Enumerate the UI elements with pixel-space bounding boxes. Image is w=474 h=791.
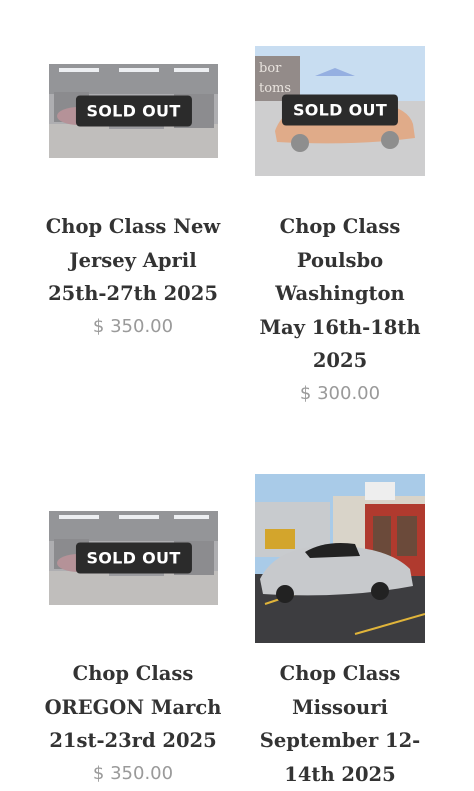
title-line: Jersey April: [69, 248, 197, 272]
title-line: OREGON March: [44, 695, 222, 719]
product-card-missouri[interactable]: Chop Class Missouri September 12- 14th 2…: [237, 440, 443, 789]
title-line: Chop Class: [72, 662, 194, 685]
title-line: 21st-23rd 2025: [49, 729, 217, 752]
title-line: May 16th-18th: [259, 315, 421, 339]
product-title[interactable]: Chop Class Missouri September 12- 14th 2…: [237, 657, 443, 791]
product-title[interactable]: Chop Class New Jersey April 25th-27th 20…: [30, 210, 236, 311]
title-line: 25th-27th 2025: [48, 282, 218, 305]
title-line: 14th 2025: [284, 762, 396, 786]
product-title[interactable]: Chop Class Poulsbo Washington May 16th-1…: [237, 210, 443, 378]
title-line: Chop Class New: [45, 215, 221, 238]
product-card-new-jersey[interactable]: SOLD OUT Chop Class New Jersey April 25t…: [30, 0, 236, 360]
product-image-garage[interactable]: SOLD OUT: [49, 64, 218, 158]
product-price: $ 350.00: [92, 316, 174, 337]
sold-out-badge: SOLD OUT: [281, 94, 399, 126]
product-image-garage[interactable]: SOLD OUT: [49, 511, 218, 605]
product-image-silver-car[interactable]: [255, 474, 425, 643]
product-price: $ 350.00: [92, 763, 174, 784]
title-line: Chop Class: [279, 215, 401, 238]
product-title[interactable]: Chop Class OREGON March 21st-23rd 2025: [30, 657, 236, 758]
sold-out-badge: SOLD OUT: [75, 95, 192, 127]
title-line: 2025: [312, 349, 368, 372]
product-image-orange-car[interactable]: bor toms SOLD OUT: [255, 46, 425, 176]
product-card-oregon[interactable]: SOLD OUT Chop Class OREGON March 21st-23…: [30, 440, 236, 789]
title-line: Chop Class: [279, 662, 401, 685]
sold-out-badge: SOLD OUT: [75, 542, 192, 574]
svg-text:bor: bor: [259, 61, 282, 76]
silver-car-photo-icon: [255, 474, 425, 643]
title-line: Missouri: [292, 695, 388, 719]
title-line: September 12-: [259, 729, 421, 752]
product-card-poulsbo[interactable]: bor toms SOLD OUT Chop Class Poulsbo Was…: [237, 0, 443, 420]
title-line: Washington: [275, 282, 405, 305]
product-price: $ 300.00: [299, 383, 381, 404]
title-line: Poulsbo: [296, 248, 384, 272]
